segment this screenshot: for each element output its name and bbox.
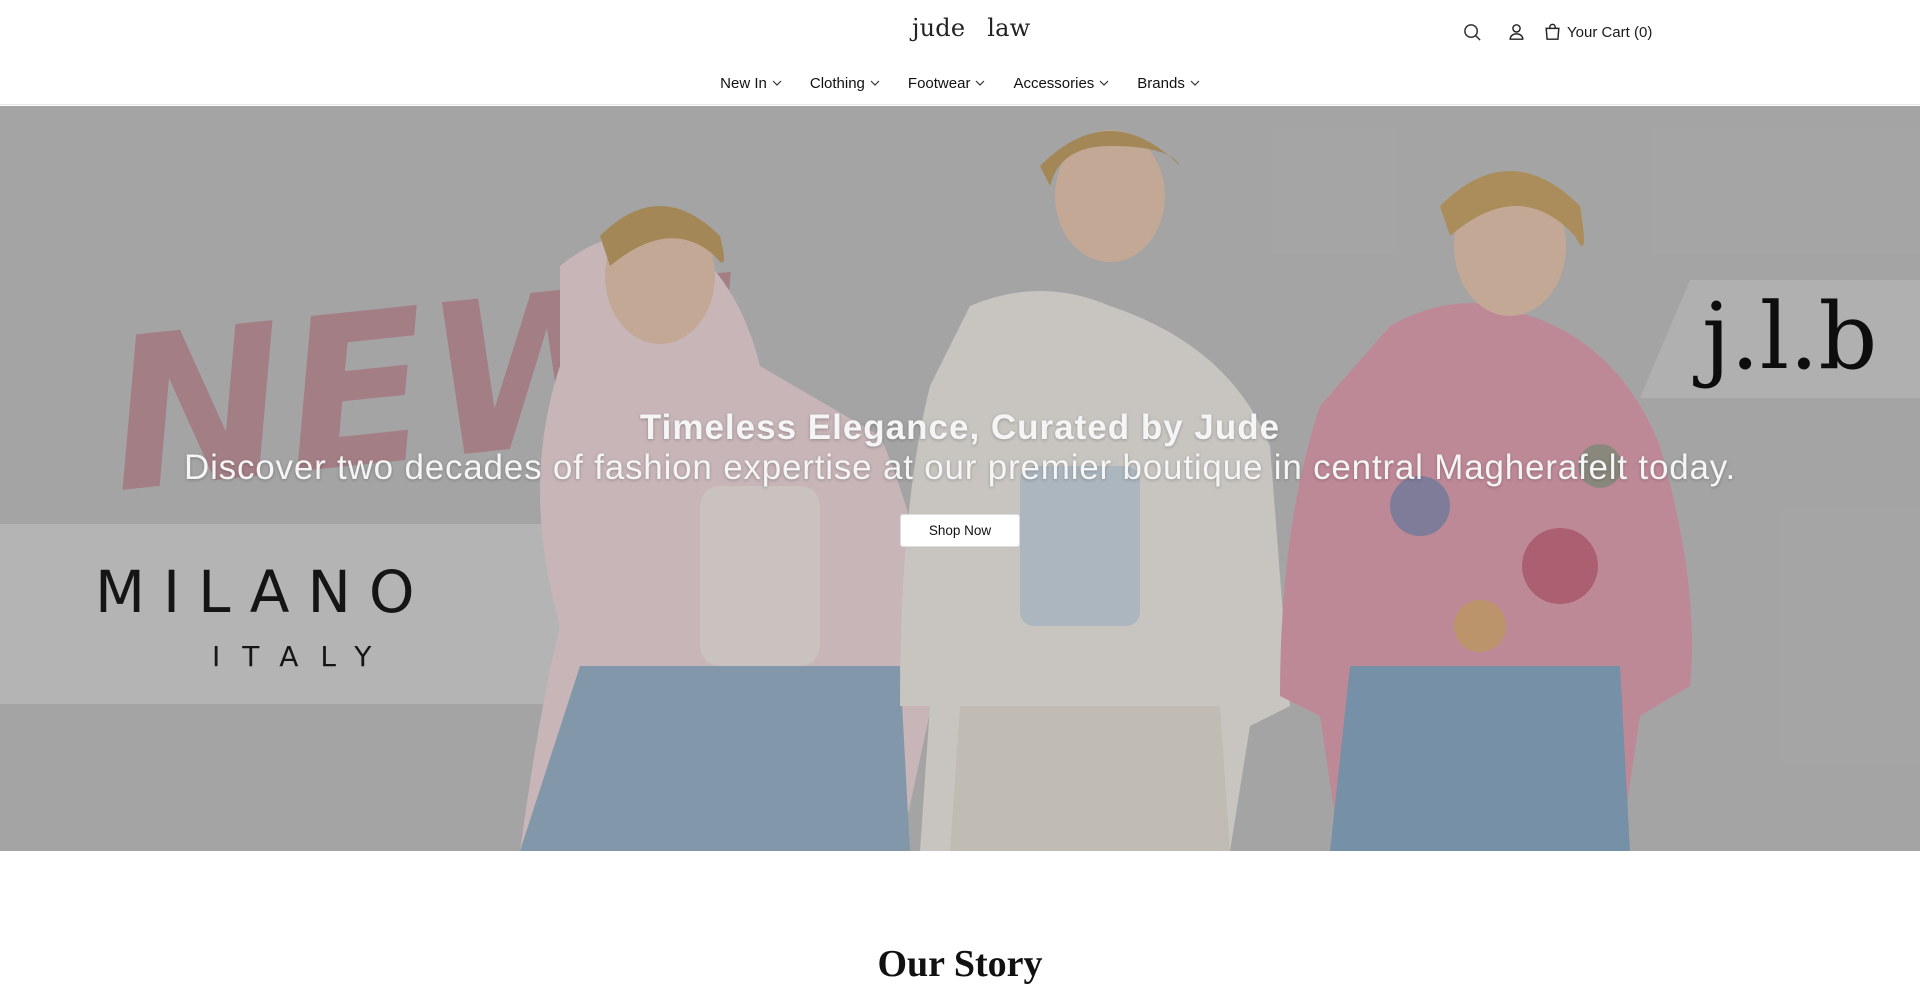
shopping-bag-icon: [1545, 23, 1560, 40]
main-nav: New In Clothing Footwear Accessories Bra…: [0, 72, 1920, 94]
nav-item-label: Accessories: [1013, 74, 1095, 92]
nav-item-clothing[interactable]: Clothing: [796, 72, 894, 94]
brand-logo[interactable]: jude law: [912, 14, 1030, 48]
cart-link[interactable]: Your Cart (0): [1544, 23, 1652, 41]
site-header: jude law Your Cart (0) New In Clothing F…: [0, 0, 1920, 105]
cart-label: Your Cart (0): [1567, 23, 1653, 41]
user-icon: [1508, 24, 1524, 40]
nav-item-brands[interactable]: Brands: [1123, 72, 1214, 94]
hero-title: Timeless Elegance, Curated by Jude: [639, 408, 1281, 447]
chevron-down-icon: [976, 80, 985, 86]
logo-text-left: jude: [912, 14, 966, 42]
logo-text-right: law: [987, 14, 1031, 42]
nav-item-label: Clothing: [809, 74, 865, 92]
our-story-heading: Our Story: [877, 943, 1043, 985]
nav-item-label: Footwear: [907, 74, 971, 92]
chevron-down-icon: [772, 80, 782, 86]
hero-banner: NEW! MILANO ITALY j.l.b Timeless Eleganc…: [0, 106, 1920, 851]
chevron-down-icon: [1099, 80, 1109, 86]
nav-item-footwear[interactable]: Footwear: [894, 72, 1000, 94]
search-icon: [1463, 23, 1481, 41]
header-actions: Your Cart (0): [1460, 20, 1652, 44]
nav-item-label: New In: [720, 74, 767, 92]
chevron-down-icon: [1190, 80, 1200, 86]
nav-item-accessories[interactable]: Accessories: [999, 72, 1123, 94]
nav-item-label: Brands: [1137, 74, 1185, 92]
shop-now-button[interactable]: Shop Now: [900, 514, 1020, 547]
search-button[interactable]: [1460, 20, 1484, 44]
hero-subtitle: Discover two decades of fashion expertis…: [184, 448, 1736, 487]
nav-item-new-in[interactable]: New In: [706, 72, 796, 94]
chevron-down-icon: [870, 80, 880, 86]
account-button[interactable]: [1504, 20, 1528, 44]
